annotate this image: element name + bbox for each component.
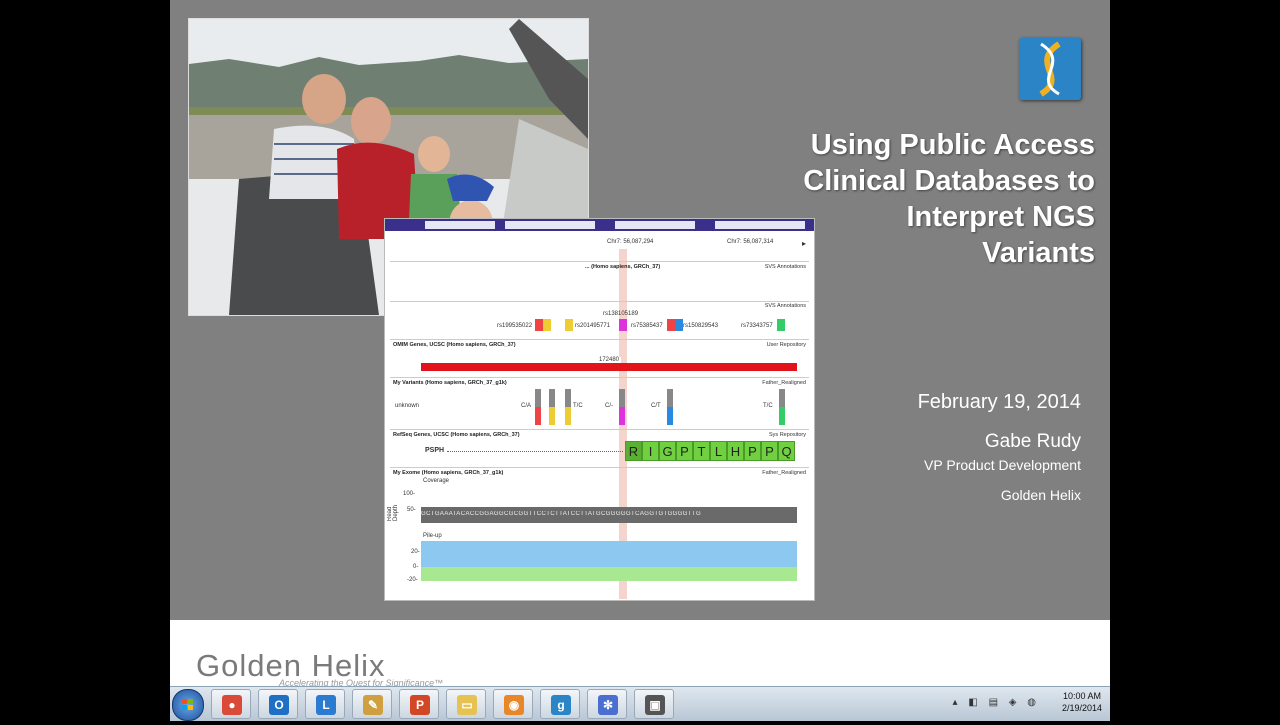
track-source: Father_Realigned bbox=[762, 470, 806, 476]
track-name: My Variants (Homo sapiens, GRCh_37_g1k) bbox=[393, 380, 507, 386]
taskbar-app-button[interactable]: ● bbox=[211, 689, 251, 719]
amino-acid-box: G bbox=[659, 441, 676, 461]
rs-label: rs75385437 bbox=[631, 323, 663, 329]
track-name: OMIM Genes, UCSC (Homo sapiens, GRCh_37) bbox=[393, 342, 516, 348]
amino-acid-box: I bbox=[642, 441, 659, 461]
windows-logo-icon bbox=[182, 699, 193, 710]
taskbar-app-button[interactable]: O bbox=[258, 689, 298, 719]
powerpoint-icon: P bbox=[410, 695, 430, 715]
pileup-reverse-reads bbox=[421, 567, 797, 581]
title-line: Interpret NGS bbox=[906, 201, 1095, 233]
allele-label: T/C bbox=[573, 403, 583, 409]
pileup-forward-reads bbox=[421, 541, 797, 567]
coverage-tick: 100- bbox=[403, 491, 416, 497]
read-depth-label: Read Depth bbox=[387, 504, 399, 521]
amino-acid-box: P bbox=[676, 441, 693, 461]
variant-genotype-label: unknown bbox=[395, 403, 420, 409]
allele-label: C/A bbox=[521, 403, 532, 409]
snowflake-icon: ✻ bbox=[598, 695, 618, 715]
reference-sequence: GCTGAAATACACCGGAGGCGCGGTTCCTCTTATCCTTATG… bbox=[421, 511, 702, 517]
taskbar-app-button[interactable]: ✻ bbox=[587, 689, 627, 719]
title-line: Using Public Access bbox=[810, 129, 1095, 161]
rs-label: rs150829543 bbox=[683, 323, 719, 329]
pileup-tick: 20- bbox=[411, 549, 420, 555]
folder-icon: ▭ bbox=[457, 695, 477, 715]
track-name: RefSeq Genes, UCSC (Homo sapiens, GRCh_3… bbox=[393, 432, 520, 438]
pileup-tick: 0- bbox=[413, 564, 419, 570]
amino-acid-row: RIGPTLHPPQ bbox=[625, 441, 797, 461]
amino-acid-box: P bbox=[761, 441, 778, 461]
coverage-tick: 50- bbox=[407, 507, 416, 513]
clock-date: 2/19/2014 bbox=[1061, 703, 1102, 713]
system-tray-icons[interactable]: ▴ ◧ ▤ ◈ ◍ bbox=[953, 697, 1040, 708]
rs-label: rs138105189 bbox=[603, 311, 639, 317]
start-button[interactable] bbox=[172, 689, 204, 721]
taskbar-app-button[interactable]: L bbox=[305, 689, 345, 719]
outlook-icon: O bbox=[269, 695, 289, 715]
amino-acid-box: P bbox=[744, 441, 761, 461]
track-name: ... (Homo sapiens, GRCh_37) bbox=[585, 264, 661, 270]
allele-label: T/C bbox=[763, 403, 773, 409]
browser-icon: ◉ bbox=[504, 695, 524, 715]
camera-icon: ▣ bbox=[645, 695, 665, 715]
windows-taskbar: ● O L ✎ P ▭ ◉ g ✻ ▣ ▴ ◧ ▤ ◈ ◍ 10:00 AM 2/19/2014 bbox=[170, 686, 1110, 721]
paint-icon: ✎ bbox=[363, 695, 383, 715]
gene-label: PSPH bbox=[425, 447, 445, 454]
coverage-label: Coverage bbox=[423, 478, 450, 484]
pileup-tick: -20- bbox=[407, 577, 418, 583]
rs-label: rs73343757 bbox=[741, 323, 773, 329]
track-source: User Repository bbox=[766, 342, 806, 348]
clock-time: 10:00 AM bbox=[1062, 691, 1101, 701]
title-line: Clinical Databases to bbox=[803, 165, 1095, 197]
amino-acid-box: T bbox=[693, 441, 710, 461]
track-source: Father_Realigned bbox=[762, 380, 806, 386]
presenter-organization: Golden Helix bbox=[1000, 487, 1081, 503]
genome-browser-screenshot: Chr7: 56,087,294 Chr7: 56,087,314 ▸ ... … bbox=[384, 218, 815, 601]
track-source: SVS Annotations bbox=[764, 303, 806, 309]
slide-title: Using Public Access Clinical Databases t… bbox=[715, 127, 1095, 271]
omim-gene-bar bbox=[421, 363, 797, 371]
system-clock[interactable]: 10:00 AM 2/19/2014 bbox=[1062, 690, 1102, 714]
allele-label: C/T bbox=[651, 403, 661, 409]
amino-acid-box: L bbox=[710, 441, 727, 461]
taskbar-app-button[interactable]: P bbox=[399, 689, 439, 719]
taskbar-app-button[interactable]: ◉ bbox=[493, 689, 533, 719]
chrome-icon: ● bbox=[222, 695, 242, 715]
taskbar-app-button[interactable]: ▣ bbox=[634, 689, 674, 719]
rs-label: rs199535022 bbox=[497, 323, 533, 329]
title-line: Variants bbox=[982, 237, 1095, 269]
lync-icon: L bbox=[316, 695, 336, 715]
presentation-slide: Chr7: 56,087,294 Chr7: 56,087,314 ▸ ... … bbox=[170, 0, 1110, 686]
rs-label: rs201495771 bbox=[575, 323, 611, 329]
golden-helix-logo-icon bbox=[1019, 38, 1081, 100]
pileup-label: Pile-up bbox=[423, 533, 442, 539]
allele-label: C/- bbox=[605, 403, 613, 409]
golden-helix-icon: g bbox=[551, 695, 571, 715]
presentation-date: February 19, 2014 bbox=[917, 391, 1081, 413]
amino-acid-box: Q bbox=[778, 441, 795, 461]
track-source: Sys Repository bbox=[769, 432, 806, 438]
omim-label: 172480 bbox=[597, 357, 622, 363]
taskbar-app-button[interactable]: ✎ bbox=[352, 689, 392, 719]
taskbar-app-button[interactable]: g bbox=[540, 689, 580, 719]
brand-tagline: Accelerating the Quest for Significance™ bbox=[279, 678, 444, 686]
taskbar-app-button[interactable]: ▭ bbox=[446, 689, 486, 719]
presenter-role: VP Product Development bbox=[924, 457, 1081, 473]
amino-acid-box: R bbox=[625, 441, 642, 461]
coord-left: Chr7: 56,087,294 bbox=[607, 239, 654, 245]
track-name: My Exome (Homo sapiens, GRCh_37_g1k) bbox=[393, 470, 504, 476]
presenter-name: Gabe Rudy bbox=[984, 431, 1081, 452]
amino-acid-box: H bbox=[727, 441, 744, 461]
